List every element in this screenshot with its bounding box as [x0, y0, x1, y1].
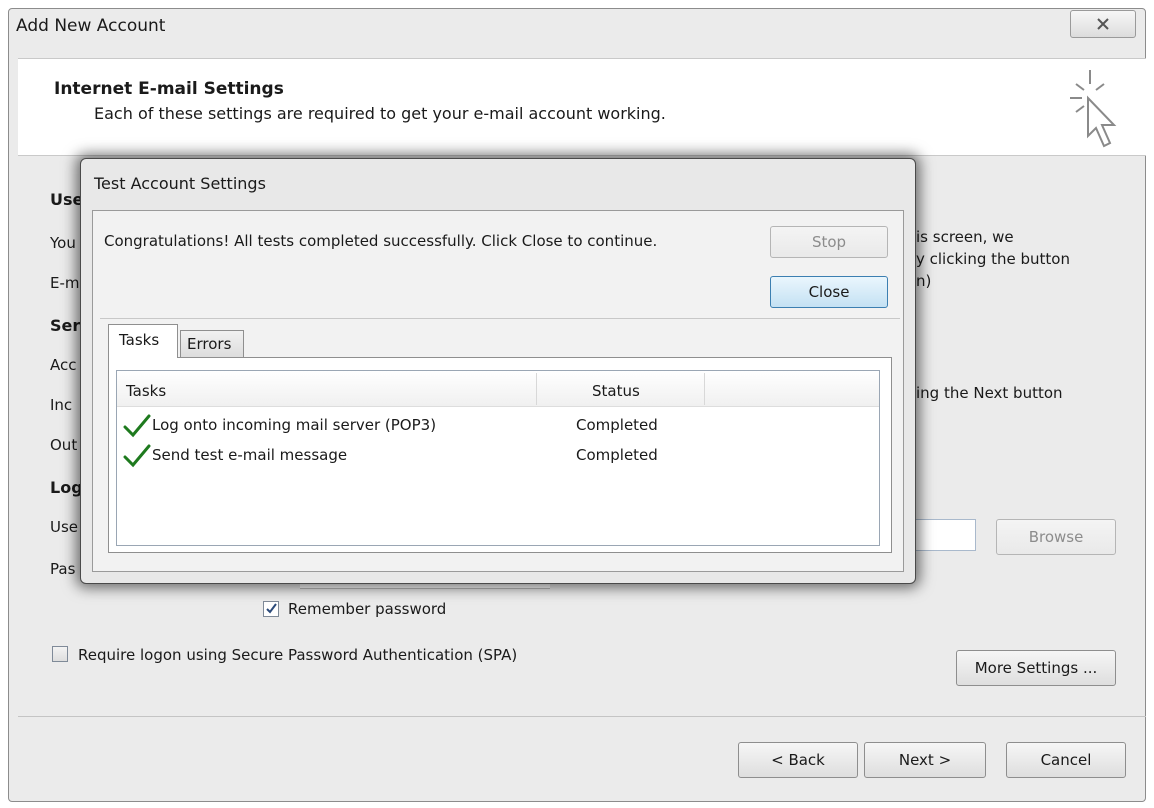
tab-errors[interactable]: Errors	[180, 330, 244, 358]
label-email: E-m	[50, 274, 80, 292]
task-row-status: Completed	[576, 416, 658, 434]
page-subtitle: Each of these settings are required to g…	[94, 104, 666, 123]
window-title: Add New Account	[16, 16, 166, 36]
remember-password-checkbox[interactable]	[263, 601, 279, 617]
page-title: Internet E-mail Settings	[54, 79, 284, 99]
column-header-tasks[interactable]: Tasks	[126, 382, 166, 400]
browse-button[interactable]: Browse	[996, 519, 1116, 555]
task-row-label: Log onto incoming mail server (POP3)	[152, 416, 437, 434]
column-header-status[interactable]: Status	[592, 382, 640, 400]
close-icon	[1097, 18, 1109, 30]
right-text-line3: n)	[916, 272, 932, 290]
tab-tasks[interactable]: Tasks	[108, 324, 178, 358]
dialog-title: Test Account Settings	[94, 174, 266, 193]
more-settings-button[interactable]: More Settings ...	[956, 650, 1116, 686]
green-check-icon	[123, 444, 151, 468]
footer-divider	[18, 716, 1146, 717]
column-separator[interactable]	[536, 373, 537, 405]
label-user-name: Use	[50, 518, 79, 536]
section-label-logon: Log	[50, 478, 83, 497]
list-header	[117, 371, 879, 407]
stop-button[interactable]: Stop	[770, 226, 888, 258]
section-label-server: Ser	[50, 316, 81, 335]
label-your-name: You	[50, 234, 76, 252]
label-account-type: Acc	[50, 356, 77, 374]
green-check-icon	[123, 414, 151, 438]
right-text-line1: is screen, we	[916, 228, 1014, 246]
cursor-sparkle-icon	[1070, 70, 1117, 148]
back-button[interactable]: < Back	[738, 742, 858, 778]
right-text-line4: ing the Next button	[916, 384, 1063, 402]
spa-checkbox[interactable]	[52, 646, 68, 662]
window-close-button[interactable]	[1070, 10, 1136, 38]
next-button[interactable]: Next >	[864, 742, 986, 778]
cancel-button[interactable]: Cancel	[1006, 742, 1126, 778]
dialog-message: Congratulations! All tests completed suc…	[104, 232, 658, 250]
close-button[interactable]: Close	[770, 276, 888, 308]
label-password: Pas	[50, 560, 76, 578]
right-text-line2: y clicking the button	[916, 250, 1070, 268]
remember-password-label: Remember password	[288, 600, 447, 618]
task-row-status: Completed	[576, 446, 658, 464]
label-incoming: Inc	[50, 396, 73, 414]
column-separator[interactable]	[704, 373, 705, 405]
label-outgoing: Out	[50, 436, 78, 454]
spa-label: Require logon using Secure Password Auth…	[78, 646, 518, 664]
task-row-label: Send test e-mail message	[152, 446, 348, 464]
dialog-divider	[100, 318, 900, 319]
section-label-user: Use	[50, 190, 84, 209]
checkmark-icon	[266, 603, 277, 614]
